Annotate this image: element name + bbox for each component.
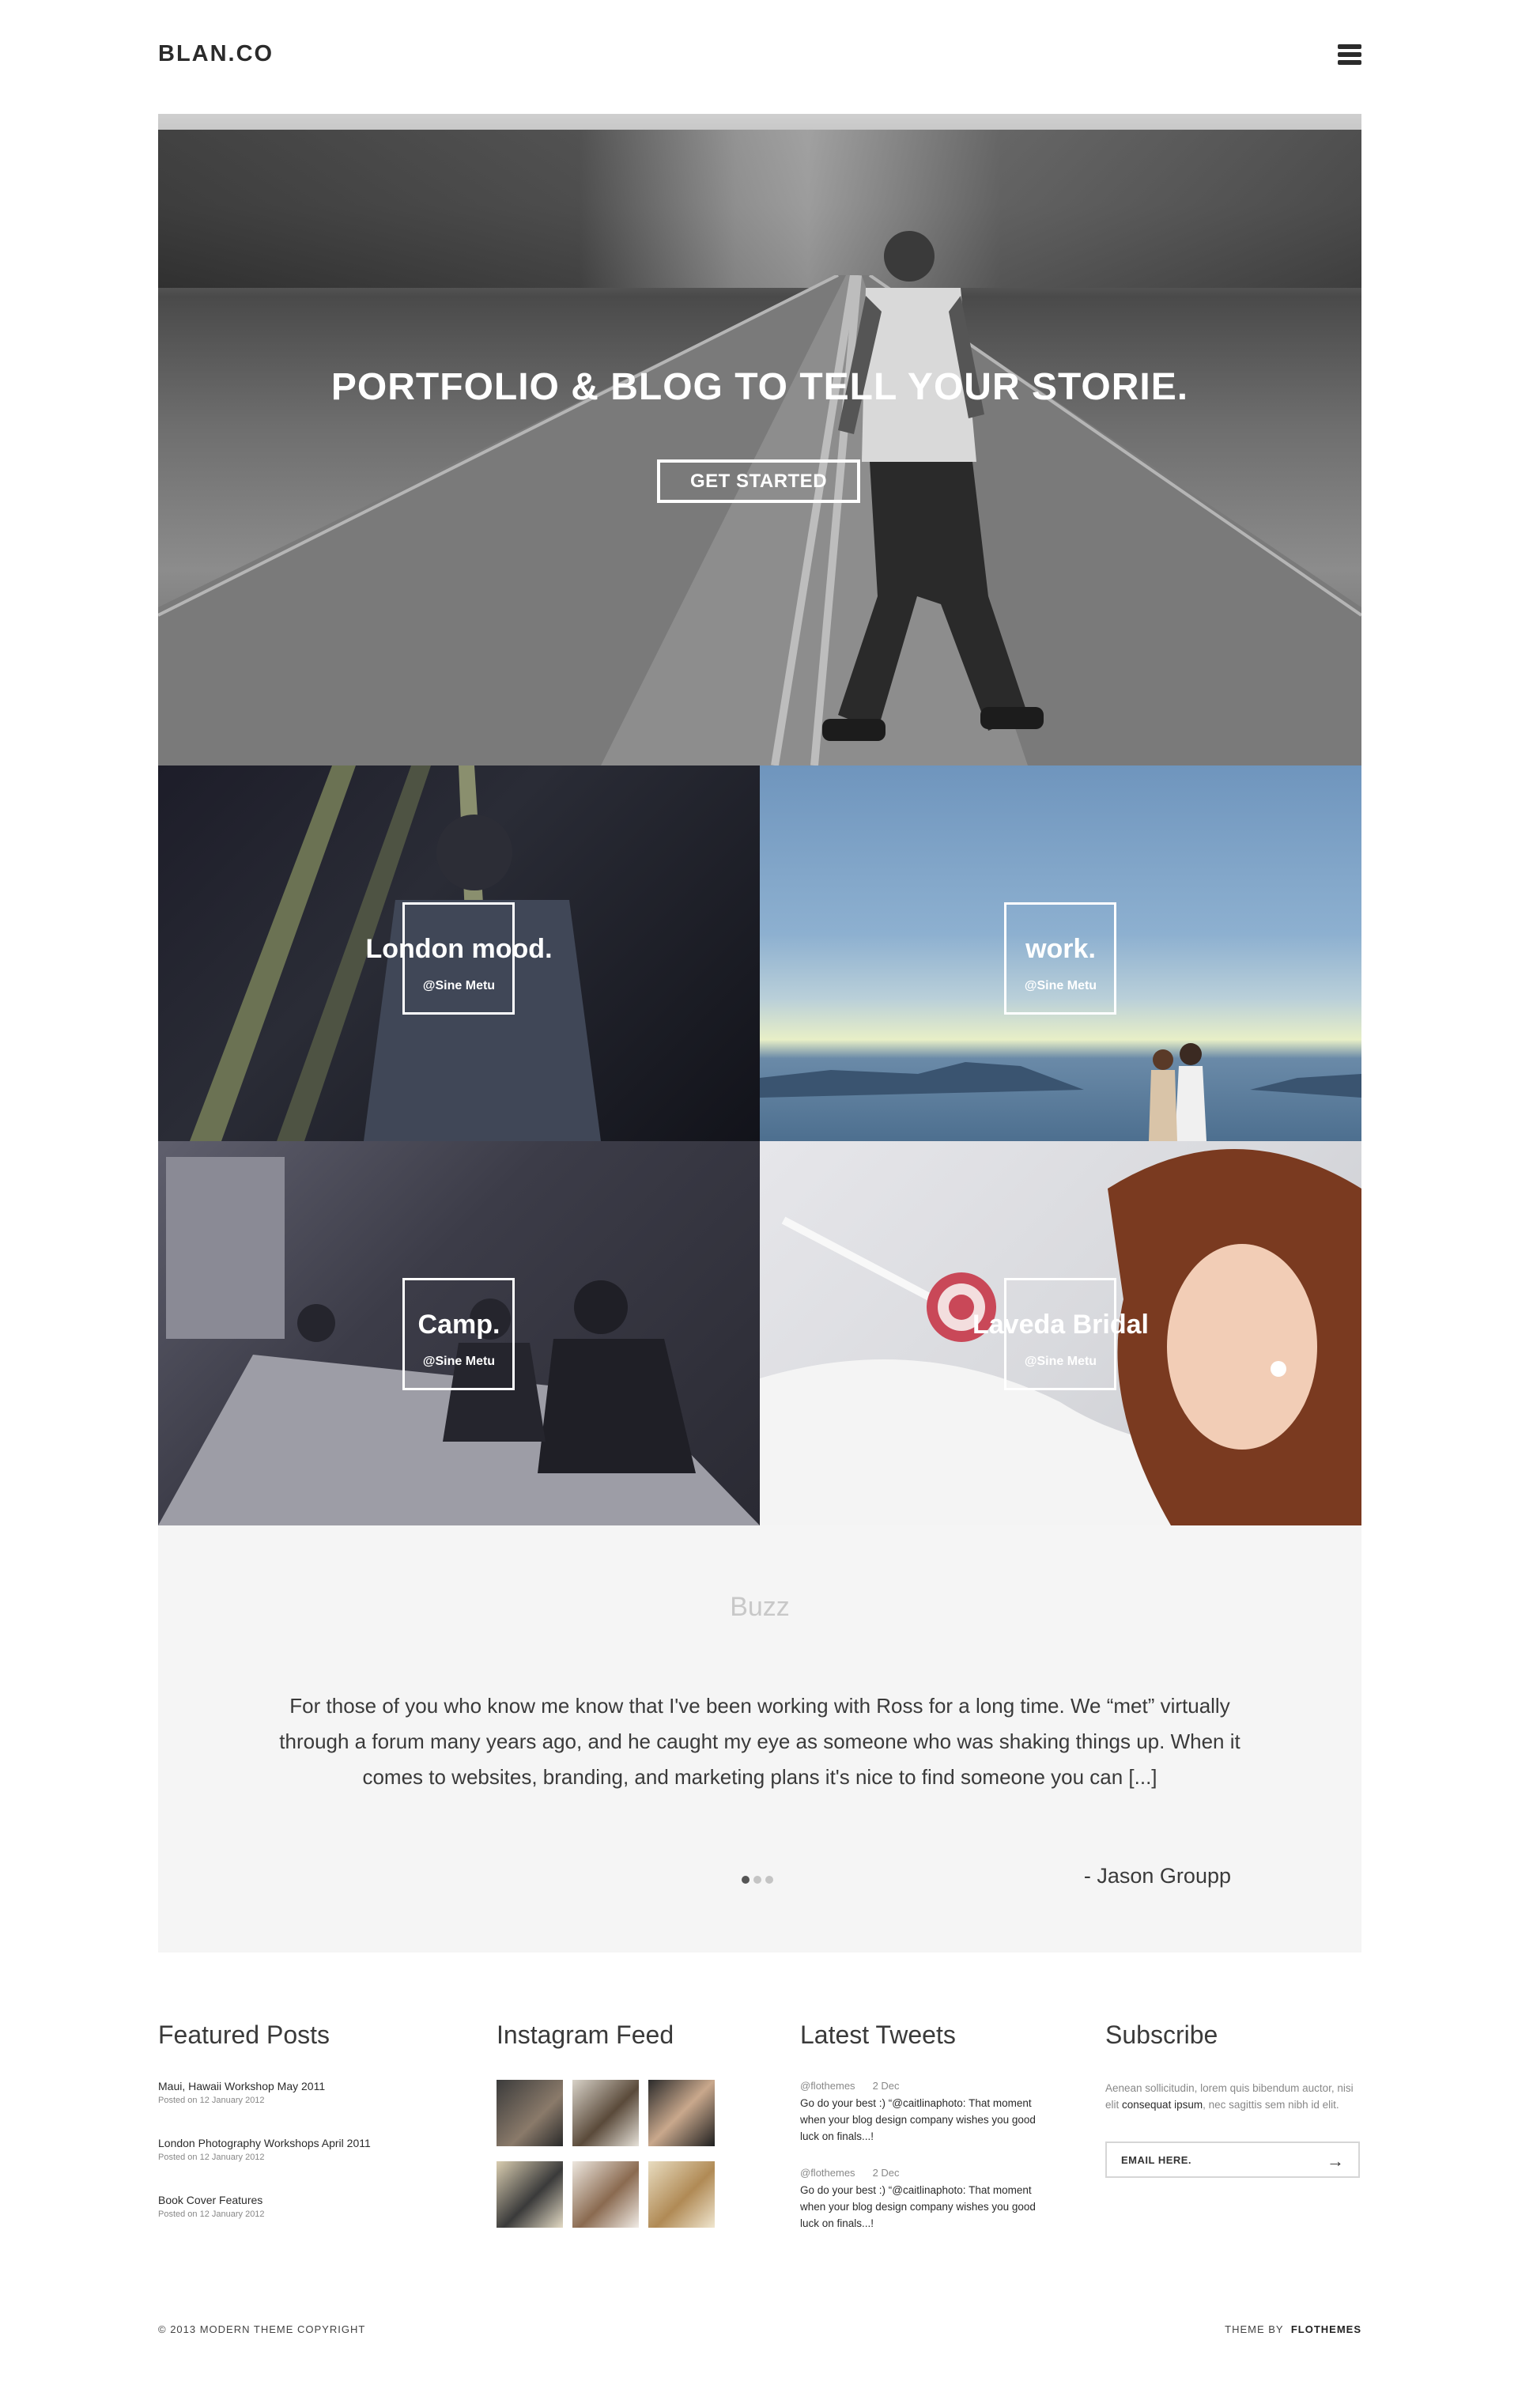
subscribe-highlight: consequat ipsum: [1122, 2099, 1203, 2111]
instagram-photo[interactable]: [497, 2161, 563, 2228]
hero-title: PORTFOLIO & BLOG TO TELL YOUR STORIE.: [330, 366, 1189, 408]
post-date: Posted on 12 January 2012: [158, 2210, 265, 2219]
tweet-date: 2 Dec: [872, 2080, 900, 2092]
slider-dot[interactable]: [765, 1876, 773, 1884]
site-logo[interactable]: BLAN.CO: [158, 41, 274, 67]
copyright-text: © 2013 MODERN THEME COPYRIGHT: [158, 2323, 366, 2335]
instagram-feed-title: Instagram Feed: [497, 2021, 674, 2049]
get-started-button[interactable]: GET STARTED: [657, 459, 860, 503]
hamburger-menu-icon[interactable]: [1338, 44, 1361, 66]
testimonial-pagination: [742, 1873, 781, 1884]
testimonial-quote: For those of you who know me know that I…: [279, 1694, 1240, 1789]
latest-tweets-widget: Latest Tweets @flothemes 2 Dec Go do your…: [800, 2021, 1045, 2254]
tweet-item: @flothemes 2 Dec Go do your best :) “@cai…: [800, 2080, 1045, 2145]
tile-credit: @Sine Metu: [1024, 1355, 1097, 1368]
theme-by-label: THEME BY: [1225, 2323, 1284, 2335]
hero-banner: PORTFOLIO & BLOG TO TELL YOUR STORIE. GE…: [158, 114, 1361, 765]
buzz-title: Buzz: [730, 1592, 790, 1622]
site-header: BLAN.CO: [158, 41, 1361, 76]
tweet-date: 2 Dec: [872, 2167, 900, 2179]
instagram-photo[interactable]: [497, 2080, 563, 2146]
featured-posts-title: Featured Posts: [158, 2021, 330, 2049]
subscribe-title: Subscribe: [1105, 2021, 1218, 2049]
buzz-testimonial-section: Buzz For those of you who know me know t…: [158, 1525, 1361, 1952]
instagram-photo[interactable]: [572, 2161, 639, 2228]
subscribe-text: , nec sagittis sem nibh id elit.: [1203, 2099, 1339, 2111]
tweet-meta: @flothemes 2 Dec: [800, 2080, 1045, 2092]
tile-title: work.: [1025, 934, 1096, 964]
instagram-photo[interactable]: [572, 2080, 639, 2146]
subscribe-widget: Subscribe Aenean sollicitudin, lorem qui…: [1105, 2021, 1366, 2178]
instagram-feed-widget: Instagram Feed: [497, 2021, 726, 2243]
tweet-text: Go do your best :) “@caitlinaphoto: That…: [800, 2184, 1036, 2229]
latest-tweets-title: Latest Tweets: [800, 2021, 956, 2049]
list-item: London Photography Workshops April 2011 …: [158, 2137, 371, 2162]
portfolio-tile-laveda-bridal[interactable]: Laveda Bridal @Sine Metu: [760, 1141, 1361, 1525]
arrow-right-icon[interactable]: →: [1327, 2151, 1344, 2172]
portfolio-tile-camp[interactable]: Camp. @Sine Metu: [158, 1141, 760, 1525]
instagram-grid: [497, 2080, 726, 2243]
tile-title: Laveda Bridal: [972, 1310, 1149, 1340]
slider-dot[interactable]: [742, 1876, 750, 1884]
post-link[interactable]: Book Cover Features: [158, 2194, 371, 2206]
tile-title: London mood.: [365, 934, 553, 964]
tile-title: Camp.: [417, 1310, 500, 1340]
featured-posts-widget: Featured Posts Maui, Hawaii Workshop May…: [158, 2021, 371, 2251]
instagram-photo[interactable]: [648, 2161, 715, 2228]
post-link[interactable]: London Photography Workshops April 2011: [158, 2137, 371, 2149]
email-field[interactable]: EMAIL HERE. →: [1105, 2141, 1360, 2178]
list-item: Maui, Hawaii Workshop May 2011 Posted on…: [158, 2080, 371, 2105]
tile-credit: @Sine Metu: [422, 979, 496, 992]
tweet-item: @flothemes 2 Dec Go do your best :) “@cai…: [800, 2167, 1045, 2232]
tile-credit: @Sine Metu: [1024, 979, 1097, 992]
portfolio-tile-work[interactable]: work. @Sine Metu: [760, 765, 1361, 1141]
post-link[interactable]: Maui, Hawaii Workshop May 2011: [158, 2080, 371, 2092]
testimonial-author: - Jason Groupp: [1083, 1864, 1231, 1888]
subscribe-description: Aenean sollicitudin, lorem quis bibendum…: [1105, 2080, 1366, 2113]
portfolio-tile-london-mood[interactable]: London mood. @Sine Metu: [158, 765, 760, 1141]
slider-dot[interactable]: [753, 1876, 761, 1884]
tile-credit: @Sine Metu: [422, 1355, 496, 1368]
instagram-photo[interactable]: [648, 2080, 715, 2146]
tweet-text: Go do your best :) “@caitlinaphoto: That…: [800, 2097, 1036, 2142]
email-placeholder: EMAIL HERE.: [1121, 2154, 1192, 2166]
tweet-handle[interactable]: @flothemes: [800, 2080, 855, 2092]
hero-tree-line: [158, 130, 1361, 288]
theme-credit: THEME BY FLOTHEMES: [1225, 2323, 1361, 2335]
tweet-meta: @flothemes 2 Dec: [800, 2167, 1045, 2179]
post-date: Posted on 12 January 2012: [158, 2096, 265, 2105]
list-item: Book Cover Features Posted on 12 January…: [158, 2194, 371, 2219]
post-date: Posted on 12 January 2012: [158, 2153, 265, 2162]
hero-road-image: [158, 275, 1361, 765]
theme-brand-link[interactable]: FLOTHEMES: [1291, 2323, 1361, 2335]
tweet-handle[interactable]: @flothemes: [800, 2167, 855, 2179]
